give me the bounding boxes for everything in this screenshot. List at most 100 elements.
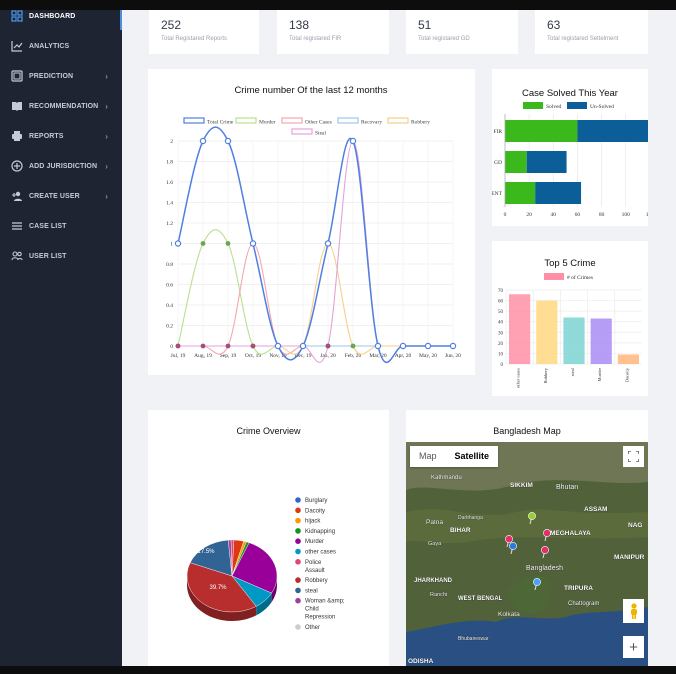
sidebar-item-create-user[interactable]: CREATE USER › — [0, 186, 122, 206]
sidebar-item-user-list[interactable]: USER LIST — [0, 246, 122, 266]
map-label: Kathmandu — [431, 475, 462, 481]
sidebar-item-label: USER LIST — [29, 252, 67, 260]
marker-head — [505, 535, 513, 543]
sidebar-item-recommendation[interactable]: RECOMMENDATION › — [0, 96, 122, 116]
street-view-pegman[interactable] — [623, 599, 644, 623]
sidebar-item-label: CASE LIST — [29, 222, 67, 230]
recommendation-icon — [11, 100, 23, 112]
bar — [617, 354, 639, 364]
sidebar-item-reports[interactable]: REPORTS › — [0, 126, 122, 146]
legend-swatch — [281, 117, 303, 124]
stat-label: Total Registared Reports — [161, 36, 228, 42]
marker-head — [543, 529, 551, 537]
x-tick-label: Jan, 20 — [320, 353, 336, 359]
legend-marker — [295, 587, 301, 594]
add-circle-icon — [11, 160, 23, 172]
marker-head — [533, 578, 541, 586]
bar — [536, 300, 558, 364]
x-tick-label: Dacoity — [624, 367, 629, 382]
satellite-tab[interactable]: Satellite — [446, 446, 499, 467]
map-type-control: Map Satellite — [410, 446, 499, 467]
print-icon — [11, 130, 23, 142]
sidebar-item-label: DASHBOARD — [29, 12, 76, 20]
sidebar-item-label: REPORTS — [29, 132, 64, 140]
satellite-map[interactable]: Kathmandu SIKKIM Bhutan ASSAM NAG Patna Darbha… — [406, 442, 648, 666]
data-label: 17.5% — [197, 549, 215, 555]
data-point — [349, 137, 357, 145]
series-line-murder — [177, 229, 453, 355]
map-tab[interactable]: Map — [410, 446, 446, 467]
legend-swatch — [183, 117, 205, 124]
pie-chart: 17.5% 26.4% 39.7% Burglary Dacoity hijack Kidn… — [186, 497, 345, 631]
stat-label: Total registared Settelment — [547, 36, 619, 42]
map-label: Kolkata — [498, 611, 520, 618]
y-tick-label: 40 — [498, 321, 504, 326]
data-point — [200, 343, 206, 349]
sidebar-item-case-list[interactable]: CASE LIST — [0, 216, 122, 236]
legend-label: Robbery — [411, 120, 430, 126]
y-tick-label: 2 — [170, 139, 173, 145]
prediction-icon — [11, 70, 23, 82]
chevron-right-icon: › — [105, 131, 108, 141]
y-tick-label: 1.6 — [166, 180, 173, 186]
stat-card-reports[interactable]: 252 Total Registared Reports — [149, 10, 259, 54]
legend-label: Solved — [546, 104, 562, 110]
sidebar-item-dashboard[interactable]: DASHBOARD — [0, 6, 122, 26]
x-tick-label: 40 — [551, 212, 557, 218]
y-tick-label: 50 — [498, 310, 504, 315]
data-point — [224, 137, 232, 145]
top-crime-bar-chart: Top 5 Crime # of Crimes 0 10 20 30 40 50 60 70 oth… — [498, 258, 642, 388]
analytics-icon — [11, 40, 23, 52]
map-viewport[interactable]: Kathmandu SIKKIM Bhutan ASSAM NAG Patna Darbha… — [406, 442, 648, 666]
line-chart: Crime number Of the last 12 months Total … — [166, 85, 461, 364]
y-tick-label: GD — [494, 160, 502, 166]
bar — [563, 317, 585, 364]
legend-label: Steal — [315, 131, 326, 137]
sidebar-item-label: ANALYTICS — [29, 42, 70, 50]
bar-segment — [535, 182, 582, 204]
y-tick-label: FIR — [493, 129, 502, 135]
stacked-bar-chart: Case Solved This Year Solved Un-Solved 0 20 4… — [467, 88, 676, 218]
x-tick-label: other cases — [516, 368, 521, 388]
stat-card-gd[interactable]: 51 Total registared GD — [406, 10, 518, 54]
legend-label: Murder — [259, 120, 276, 126]
y-tick-label: 20 — [498, 342, 504, 347]
data-point — [350, 343, 356, 349]
map-title: Bangladesh Map — [493, 426, 561, 436]
data-point — [249, 240, 257, 247]
data-point — [399, 342, 407, 350]
stat-card-fir[interactable]: 138 Total registared FIR — [277, 10, 389, 54]
bar-segment — [526, 151, 567, 173]
x-tick-label: Murder — [597, 368, 602, 382]
x-tick-label: steal — [570, 367, 575, 376]
legend-swatch — [567, 102, 587, 109]
data-label: 39.7% — [209, 585, 227, 591]
list-icon — [11, 220, 23, 232]
y-tick-label: 1.4 — [166, 201, 173, 207]
legend-label: Total Crime — [207, 120, 234, 126]
map-label: BIHAR — [450, 527, 471, 534]
map-label: MEGHALAYA — [550, 530, 591, 537]
chart-title: Case Solved This Year — [522, 88, 618, 99]
sidebar-item-prediction[interactable]: PREDICTION › — [0, 66, 122, 86]
legend-marker — [295, 538, 301, 544]
case-solved-card: Case Solved This Year Solved Un-Solved 0 20 4… — [467, 69, 676, 226]
fullscreen-button[interactable] — [623, 446, 644, 467]
data-point — [374, 342, 382, 350]
map-label: Chattogram — [568, 601, 599, 607]
users-icon — [11, 250, 23, 262]
line-chart-card: Crime number Of the last 12 months Total … — [148, 69, 475, 375]
y-tick-label: 0.8 — [166, 262, 173, 268]
map-label: Patna — [426, 519, 443, 526]
x-tick-label: 100 — [622, 212, 631, 218]
sidebar-item-label: PREDICTION — [29, 72, 74, 80]
map-label: Gaya — [428, 541, 442, 547]
sidebar-item-add-jurisdiction[interactable]: ADD JURISDICTION › — [0, 156, 122, 176]
legend-label: Woman &amp; — [305, 599, 345, 605]
legend-label: Police — [305, 560, 322, 566]
legend-swatch — [291, 128, 313, 135]
stat-value: 138 — [289, 18, 310, 32]
stat-card-settlement[interactable]: 63 Total registared Settelment — [535, 10, 648, 54]
zoom-in-button[interactable]: + — [623, 636, 644, 658]
sidebar-item-analytics[interactable]: ANALYTICS — [0, 36, 122, 56]
